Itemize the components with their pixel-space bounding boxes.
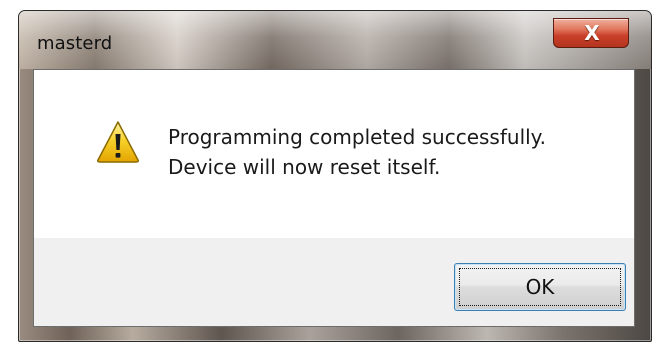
close-icon: X (584, 21, 600, 45)
ok-button-label: OK (525, 275, 555, 299)
message-dialog: masterd X Programming completed successf… (18, 10, 652, 342)
button-area: OK (34, 238, 634, 326)
message-line-1: Programming completed successfully. (168, 125, 547, 149)
title-bar[interactable]: masterd X (19, 11, 651, 69)
ok-button[interactable]: OK (454, 263, 626, 311)
message-line-2: Device will now reset itself. (168, 155, 441, 179)
dialog-body: Programming completed successfully. Devi… (33, 69, 635, 327)
window-title: masterd (37, 33, 113, 54)
close-button[interactable]: X (553, 18, 629, 48)
warning-icon (97, 121, 139, 163)
message-area: Programming completed successfully. Devi… (34, 70, 634, 238)
